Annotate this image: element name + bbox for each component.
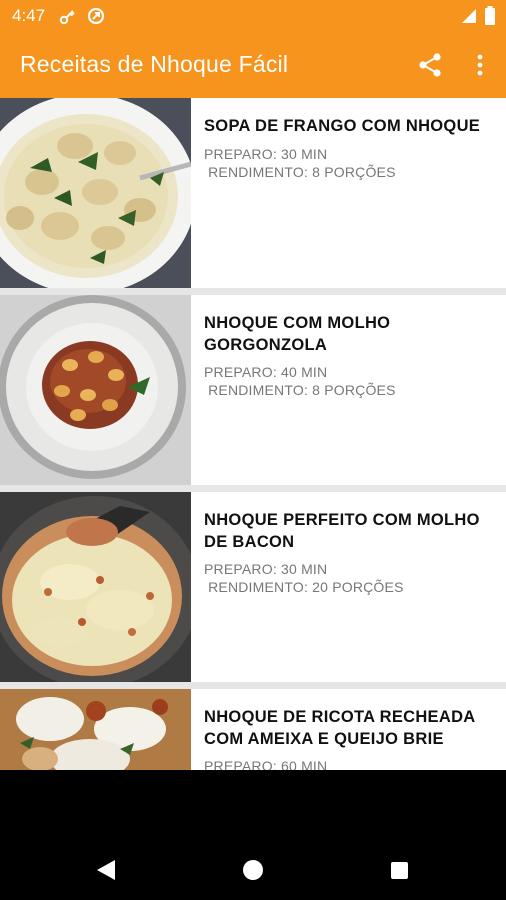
recipe-title: NHOQUE DE RICOTA RECHEADA COM AMEIXA E Q… <box>204 708 475 748</box>
home-icon[interactable] <box>243 860 263 880</box>
signal-icon <box>462 9 476 23</box>
recipe-card[interactable]: SOPA DE FRANGO COM NHOQUE PREPARO: 30 MI… <box>0 98 506 288</box>
bluetooth-key-icon <box>59 10 75 25</box>
status-time: 4:47 <box>12 6 46 25</box>
status-icons-right <box>460 6 496 26</box>
app-bar: Receitas de Nhoque Fácil <box>0 32 506 98</box>
recipe-card[interactable]: NHOQUE DE RICOTA RECHEADA COM AMEIXA E Q… <box>0 689 506 770</box>
recipe-title: NHOQUE COM MOLHO GORGONZOLA <box>204 314 391 354</box>
recipe-prep-time: PREPARO: 30 MIN <box>204 146 328 162</box>
app-title: Receitas de Nhoque Fácil <box>20 51 289 77</box>
recipe-thumbnail <box>0 295 191 485</box>
recipe-thumbnail <box>0 689 191 770</box>
data-saver-icon <box>87 7 105 25</box>
recipe-yield: RENDIMENTO: 8 PORÇÕES <box>204 382 396 398</box>
more-options-button[interactable] <box>470 51 490 79</box>
recipe-thumbnail <box>0 98 191 288</box>
share-button[interactable] <box>416 51 444 79</box>
recents-icon[interactable] <box>391 862 408 879</box>
status-bar: 4:47 <box>0 0 506 32</box>
recipe-title: NHOQUE PERFEITO COM MOLHO DE BACON <box>204 511 480 551</box>
recipe-yield: RENDIMENTO: 20 PORÇÕES <box>204 579 404 595</box>
recipe-prep-time: PREPARO: 60 MIN <box>204 758 328 770</box>
recipe-title: SOPA DE FRANGO COM NHOQUE <box>204 117 481 135</box>
battery-icon <box>485 6 495 25</box>
recipe-yield: RENDIMENTO: 8 PORÇÕES <box>204 164 396 180</box>
system-nav-bar <box>0 770 506 900</box>
recipe-card[interactable]: NHOQUE COM MOLHO GORGONZOLA PREPARO: 40 … <box>0 295 506 485</box>
back-icon[interactable] <box>95 858 117 882</box>
share-icon <box>419 53 441 77</box>
more-vert-icon <box>477 54 483 76</box>
recipe-list[interactable]: SOPA DE FRANGO COM NHOQUE PREPARO: 30 MI… <box>0 98 506 770</box>
status-icons-left <box>58 6 106 26</box>
recipe-prep-time: PREPARO: 40 MIN <box>204 364 328 380</box>
recipe-card[interactable]: NHOQUE PERFEITO COM MOLHO DE BACON PREPA… <box>0 492 506 682</box>
recipe-prep-time: PREPARO: 30 MIN <box>204 561 328 577</box>
recipe-thumbnail <box>0 492 191 682</box>
